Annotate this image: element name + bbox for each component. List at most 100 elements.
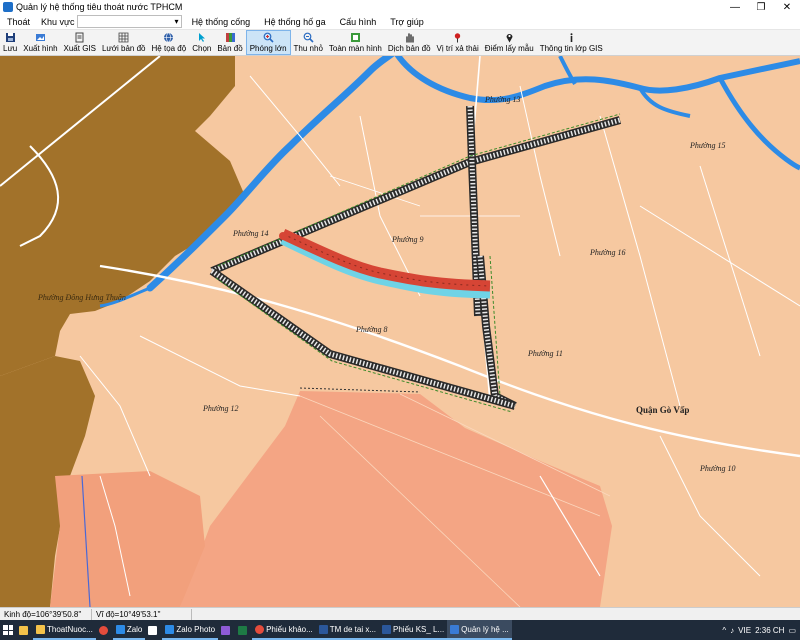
app-icon (450, 624, 460, 634)
save-label: Lưu (3, 44, 18, 53)
select-cursor-icon (199, 33, 206, 42)
window-controls: — ❐ ✕ (722, 0, 800, 14)
chrome-icon (255, 624, 265, 634)
export-image-icon (35, 34, 45, 41)
status-bar: Kinh độ=106°39'50.8'' Vĩ độ=10°49'53.1'' (0, 607, 800, 620)
gis-layer-info-button[interactable]: Thông tin lớp GIS (537, 30, 606, 55)
export-image-button[interactable]: Xuất hình (20, 30, 60, 55)
taskbar-item-chrome[interactable] (96, 620, 113, 640)
coordinate-system-button[interactable]: Hệ tọa độ (149, 30, 190, 55)
speaker-icon[interactable]: ♪ (730, 626, 734, 635)
excel-icon (238, 625, 248, 635)
taskbar-item-folder[interactable]: ThoatNuoc... (33, 620, 96, 640)
discharge-location-label: Vị trí xả thải (436, 44, 479, 53)
language-indicator[interactable]: VIE (738, 626, 751, 635)
start-button[interactable] (0, 620, 16, 640)
label-phuong-9: Phường 9 (391, 235, 424, 244)
save-icon (5, 33, 15, 42)
export-gis-label: Xuất GIS (63, 44, 96, 53)
export-gis-icon (75, 32, 84, 43)
zalo-icon (115, 624, 125, 634)
zalo-photo-icon (165, 624, 175, 634)
app-icon (148, 625, 158, 635)
full-extent-label: Toàn màn hình (328, 44, 382, 53)
export-gis-button[interactable]: Xuất GIS (61, 30, 99, 55)
area-combobox[interactable]: ▾ (76, 15, 182, 28)
menu-help[interactable]: Trợ giúp (383, 17, 431, 27)
chevron-up-icon[interactable]: ^ (722, 626, 726, 635)
minimize-button[interactable]: — (722, 0, 748, 14)
label-phuong-12: Phường 12 (202, 404, 239, 413)
taskbar-item-visual-studio[interactable] (218, 620, 235, 640)
discharge-location-button[interactable]: Vị trí xả thải (434, 30, 482, 55)
full-extent-button[interactable]: Toàn màn hình (326, 30, 385, 55)
sample-point-button[interactable]: Điểm lấy mẫu (482, 30, 537, 55)
zoom-out-button[interactable]: Thu nhỏ (291, 30, 326, 55)
discharge-pin-icon (454, 33, 461, 43)
label-phuong-10: Phường 10 (699, 464, 736, 473)
label-phuong-8: Phường 8 (355, 325, 388, 334)
taskbar-item-app[interactable] (145, 620, 162, 640)
taskbar-item-excel[interactable] (235, 620, 252, 640)
pan-button[interactable]: Dịch bản đồ (385, 30, 434, 55)
maximize-button[interactable]: ❐ (748, 0, 774, 14)
taskbar-item-zalo-photo[interactable]: Zalo Photo (162, 620, 219, 640)
basemap-label: Bản đồ (217, 44, 243, 53)
label-dong-hung-thuan: Phường Đông Hưng Thuận (37, 293, 126, 302)
select-label: Chọn (192, 44, 212, 53)
menu-settings[interactable]: Cấu hình (333, 17, 384, 27)
taskbar-item-word-phieu[interactable]: Phiếu KS_ L... (379, 620, 448, 640)
label-phuong-16: Phường 16 (589, 248, 626, 257)
window-title: Quản lý hệ thống tiêu thoát nước TPHCM (16, 2, 183, 12)
coordinate-system-label: Hệ tọa độ (151, 44, 187, 53)
taskbar-item-zalo[interactable]: Zalo (112, 620, 146, 640)
map-canvas[interactable]: Phường 13 Phường 15 Phường 14 Phường 9 P… (0, 56, 800, 607)
word-icon (382, 624, 392, 634)
taskbar-item-word-tm[interactable]: TM de tai x... (315, 620, 380, 640)
menu-exit[interactable]: Thoát (0, 17, 37, 27)
zoom-out-label: Thu nhỏ (293, 44, 323, 53)
export-image-label: Xuất hình (23, 44, 58, 53)
taskbar-item-explorer[interactable] (16, 620, 33, 640)
windows-icon (3, 625, 13, 635)
map-grid-button[interactable]: Lưới bản đồ (99, 30, 149, 55)
map-grid-label: Lưới bản đồ (101, 44, 146, 53)
zoom-in-label: Phóng lớn (249, 44, 287, 53)
taskbar-item-survey[interactable]: Phiếu khảo... (252, 620, 316, 640)
longitude-readout: Kinh độ=106°39'50.8'' (0, 608, 92, 620)
menu-manhole-system[interactable]: Hệ thống hố ga (257, 17, 333, 27)
label-phuong-14: Phường 14 (232, 229, 269, 238)
zoom-in-button[interactable]: Phóng lớn (245, 30, 291, 55)
sample-pin-icon (506, 34, 513, 43)
folder-icon (36, 624, 45, 634)
explorer-icon (19, 625, 28, 635)
pan-label: Dịch bản đồ (387, 44, 431, 53)
info-icon (570, 33, 573, 42)
menu-sewer-system[interactable]: Hệ thống cống (182, 17, 258, 27)
map-grid-icon (118, 32, 129, 43)
chevron-down-icon: ▾ (174, 17, 179, 26)
layers-icon (225, 33, 235, 42)
visual-studio-icon (221, 625, 231, 635)
clock[interactable]: 2:36 CH (755, 626, 784, 635)
close-button[interactable]: ✕ (774, 0, 800, 14)
label-phuong-11: Phường 11 (527, 349, 563, 358)
latitude-readout: Vĩ độ=10°49'53.1'' (92, 608, 192, 620)
toolbar: Lưu Xuất hình Xuất GIS Lưới bản đồ Hệ tọ… (0, 30, 800, 56)
title-bar: Quản lý hệ thống tiêu thoát nước TPHCM —… (0, 0, 800, 14)
full-extent-icon (350, 33, 360, 42)
label-phuong-13: Phường 13 (484, 95, 521, 104)
app-icon (3, 2, 13, 12)
save-button[interactable]: Lưu (0, 30, 20, 55)
zoom-in-icon (263, 32, 274, 43)
taskbar: ThoatNuoc... Zalo Zalo Photo Phiếu khảo.… (0, 620, 800, 640)
label-quan-go-vap: Quận Gò Vấp (636, 405, 689, 415)
select-button[interactable]: Chọn (189, 30, 214, 55)
sample-point-label: Điểm lấy mẫu (484, 44, 534, 53)
taskbar-item-app-active[interactable]: Quản lý hệ ... (447, 620, 512, 640)
chrome-icon (98, 625, 108, 635)
basemap-button[interactable]: Bản đồ (214, 30, 245, 55)
notification-icon[interactable]: ▭ (788, 626, 796, 635)
map-svg[interactable]: Phường 13 Phường 15 Phường 14 Phường 9 P… (0, 56, 800, 607)
gis-layer-info-label: Thông tin lớp GIS (539, 44, 603, 53)
